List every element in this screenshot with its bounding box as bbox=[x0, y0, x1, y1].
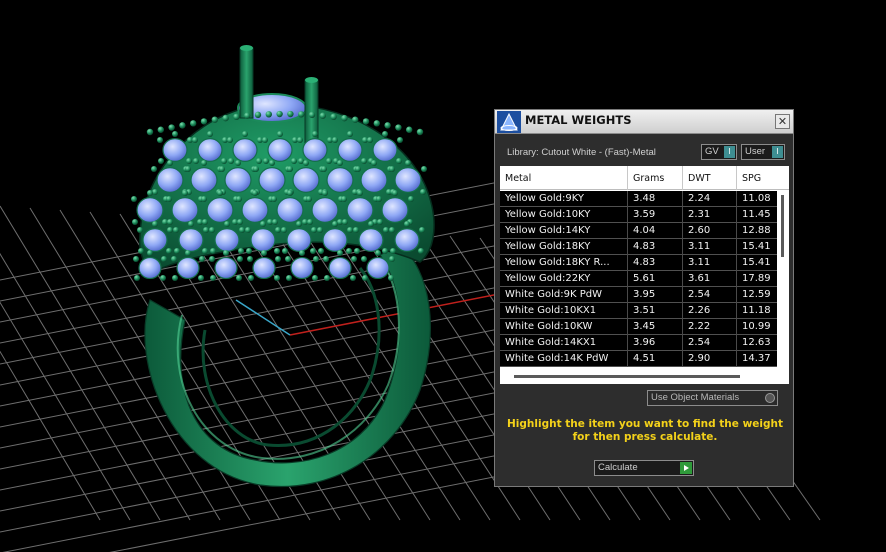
cell-metal: Yellow Gold:18KY R... bbox=[500, 255, 628, 271]
cell-grams: 4.83 bbox=[628, 239, 683, 255]
play-icon bbox=[680, 462, 692, 474]
cell-metal: Yellow Gold:22KY bbox=[500, 271, 628, 287]
radio-icon bbox=[765, 393, 775, 403]
table-row[interactable]: Yellow Gold:9KY 3.48 2.24 11.08 bbox=[500, 191, 777, 207]
cell-grams: 3.51 bbox=[628, 303, 683, 319]
column-header-dwt[interactable]: DWT bbox=[683, 166, 737, 190]
metal-weights-panel: METAL WEIGHTS ✕ Library: Cutout White - … bbox=[494, 109, 794, 487]
library-label: Library: Cutout White - (Fast)-Metal bbox=[507, 147, 656, 158]
cell-metal: Yellow Gold:18KY bbox=[500, 239, 628, 255]
cell-grams: 4.04 bbox=[628, 223, 683, 239]
table-row[interactable]: White Gold:9K PdW 3.95 2.54 12.59 bbox=[500, 287, 777, 303]
column-header-metal[interactable]: Metal bbox=[500, 166, 628, 190]
calculate-button[interactable]: Calculate bbox=[594, 460, 694, 476]
cell-dwt: 3.61 bbox=[683, 271, 737, 287]
metal-table: Metal Grams DWT SPG Yellow Gold:9KY 3.48 2… bbox=[500, 166, 789, 384]
vertical-scrollbar[interactable] bbox=[777, 191, 789, 367]
cell-spg: 11.18 bbox=[742, 305, 771, 316]
cell-metal: Yellow Gold:10KY bbox=[500, 207, 628, 223]
y-axis-line bbox=[235, 299, 291, 336]
cell-dwt: 2.90 bbox=[683, 351, 737, 367]
cell-grams: 5.61 bbox=[628, 271, 683, 287]
table-row[interactable]: Yellow Gold:22KY 5.61 3.61 17.89 bbox=[500, 271, 777, 287]
cell-dwt: 2.54 bbox=[683, 287, 737, 303]
cell-dwt: 2.31 bbox=[683, 207, 737, 223]
cell-metal: White Gold:9K PdW bbox=[500, 287, 628, 303]
cell-spg: 11.45 bbox=[742, 209, 771, 220]
panel-title: METAL WEIGHTS bbox=[525, 113, 632, 127]
gv-label: GV bbox=[705, 146, 719, 157]
table-row[interactable]: White Gold:10KX1 3.51 2.26 11.18 bbox=[500, 303, 777, 319]
cell-spg: 12.63 bbox=[742, 337, 771, 348]
gv-toggle[interactable]: GV I bbox=[701, 144, 737, 160]
cell-dwt: 2.22 bbox=[683, 319, 737, 335]
cell-dwt: 3.11 bbox=[683, 239, 737, 255]
table-body: Yellow Gold:9KY 3.48 2.24 11.08 Yellow Gold:… bbox=[500, 191, 777, 367]
cell-spg: 15.41 bbox=[742, 241, 771, 252]
gv-toggle-knob: I bbox=[724, 146, 735, 158]
cell-dwt: 2.60 bbox=[683, 223, 737, 239]
table-row[interactable]: White Gold:14K PdW 4.51 2.90 14.37 bbox=[500, 351, 777, 367]
cell-grams: 4.51 bbox=[628, 351, 683, 367]
close-icon[interactable]: ✕ bbox=[775, 114, 790, 129]
cell-spg: 17.89 bbox=[742, 273, 771, 284]
user-toggle[interactable]: User I bbox=[741, 144, 785, 160]
cell-grams: 3.95 bbox=[628, 287, 683, 303]
horizontal-scroll-thumb[interactable] bbox=[514, 375, 740, 378]
cell-grams: 4.83 bbox=[628, 255, 683, 271]
cell-grams: 3.96 bbox=[628, 335, 683, 351]
cell-metal: White Gold:14K PdW bbox=[500, 351, 628, 367]
table-row[interactable]: Yellow Gold:18KY R... 4.83 3.11 15.41 bbox=[500, 255, 777, 271]
cell-grams: 3.59 bbox=[628, 207, 683, 223]
ring-model bbox=[131, 45, 435, 487]
cell-metal: White Gold:10KW bbox=[500, 319, 628, 335]
table-row[interactable]: White Gold:10KW 3.45 2.22 10.99 bbox=[500, 319, 777, 335]
cell-metal: Yellow Gold:14KY bbox=[500, 223, 628, 239]
instructions-text: Highlight the item you want to find the … bbox=[507, 418, 783, 443]
table-row[interactable]: Yellow Gold:10KY 3.59 2.31 11.45 bbox=[500, 207, 777, 223]
horizontal-scrollbar[interactable] bbox=[500, 367, 789, 384]
user-toggle-knob: I bbox=[772, 146, 783, 158]
cell-grams: 3.48 bbox=[628, 191, 683, 207]
use-object-materials-label: Use Object Materials bbox=[651, 392, 740, 403]
column-header-spg[interactable]: SPG bbox=[737, 166, 789, 190]
cell-dwt: 2.54 bbox=[683, 335, 737, 351]
cell-spg: 14.37 bbox=[742, 353, 771, 364]
cell-spg: 10.99 bbox=[742, 321, 771, 332]
table-row[interactable]: Yellow Gold:14KY 4.04 2.60 12.88 bbox=[500, 223, 777, 239]
table-row[interactable]: Yellow Gold:18KY 4.83 3.11 15.41 bbox=[500, 239, 777, 255]
cell-spg: 11.08 bbox=[742, 193, 771, 204]
table-header: Metal Grams DWT SPG bbox=[500, 166, 789, 190]
cell-spg: 12.59 bbox=[742, 289, 771, 300]
rhino-app-icon bbox=[497, 111, 521, 133]
cell-metal: White Gold:10KX1 bbox=[500, 303, 628, 319]
prong-left bbox=[239, 47, 254, 119]
cell-spg: 15.41 bbox=[742, 257, 771, 268]
table-row[interactable]: White Gold:14KX1 3.96 2.54 12.63 bbox=[500, 335, 777, 351]
vertical-scroll-thumb[interactable] bbox=[781, 195, 784, 257]
cell-metal: Yellow Gold:9KY bbox=[500, 191, 628, 207]
cell-metal: White Gold:14KX1 bbox=[500, 335, 628, 351]
calculate-label: Calculate bbox=[598, 462, 638, 473]
column-header-grams[interactable]: Grams bbox=[628, 166, 683, 190]
cell-grams: 3.45 bbox=[628, 319, 683, 335]
cell-dwt: 2.24 bbox=[683, 191, 737, 207]
cell-dwt: 3.11 bbox=[683, 255, 737, 271]
panel-titlebar[interactable]: METAL WEIGHTS ✕ bbox=[495, 110, 793, 134]
cell-spg: 12.88 bbox=[742, 225, 771, 236]
user-label: User bbox=[745, 146, 766, 157]
use-object-materials-toggle[interactable]: Use Object Materials bbox=[647, 390, 778, 406]
cell-dwt: 2.26 bbox=[683, 303, 737, 319]
